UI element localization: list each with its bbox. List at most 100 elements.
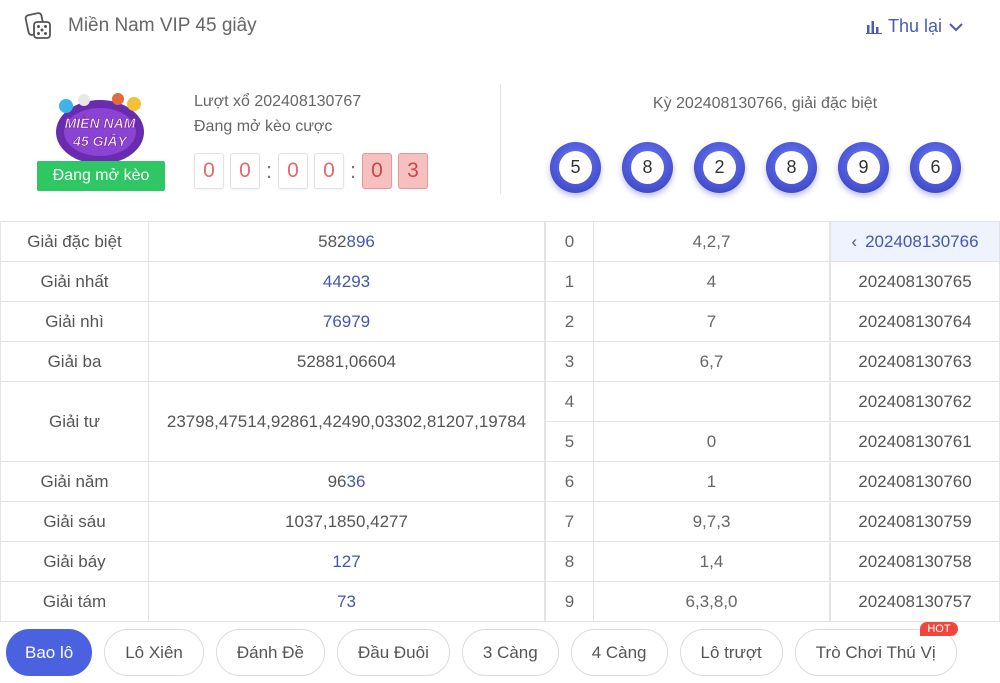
tail-digits: 6,3,8,0 (593, 581, 830, 622)
table-row: 27 (545, 301, 830, 342)
round-number: Lượt xổ 202408130767 (194, 93, 362, 110)
collapse-button[interactable]: Thu lại (865, 16, 964, 37)
table-row: 4 (545, 381, 830, 422)
period-item-selected[interactable]: ‹ 202408130766 (830, 221, 1000, 262)
svg-text:MIỀN NAM: MIỀN NAM (65, 115, 136, 131)
chevron-down-icon (949, 22, 963, 31)
prize-name: Giải nhì (0, 301, 149, 342)
countdown-digit: 0 (314, 153, 344, 189)
dice-icon (24, 12, 51, 39)
tail-digits: 0 (593, 421, 830, 462)
table-row: Giải sáu 1037,1850,4277 (0, 501, 545, 542)
table-row: Giải năm 9636 (0, 461, 545, 502)
period-item[interactable]: 202408130757 (830, 581, 1000, 622)
head-digit: 3 (545, 341, 594, 382)
result-balls: 5 8 2 8 9 6 (550, 142, 961, 193)
head-digit: 5 (545, 421, 594, 462)
result-ball: 6 (910, 142, 961, 193)
betting-status: Đang mở kèo cược (194, 118, 333, 135)
head-digit: 6 (545, 461, 594, 502)
head-digit: 4 (545, 381, 594, 422)
period-item[interactable]: 202408130765 (830, 261, 1000, 302)
table-row: 3 6,7 (545, 341, 830, 382)
result-ball: 5 (550, 142, 601, 193)
list-item: 202408130758 (830, 541, 1000, 582)
tail-digits: 6,7 (593, 341, 830, 382)
prize-value: 52881,06604 (148, 341, 545, 382)
list-item: 202408130761 (830, 421, 1000, 462)
prize-value: 1037,1850,4277 (148, 501, 545, 542)
list-item: 202408130762 (830, 381, 1000, 422)
period-item[interactable]: 202408130764 (830, 301, 1000, 342)
list-item: 202408130764 (830, 301, 1000, 342)
period-item[interactable]: 202408130760 (830, 461, 1000, 502)
tab-lo-truot[interactable]: Lô trượt (679, 629, 783, 676)
countdown-separator: : (266, 158, 273, 183)
countdown-digit: 3 (398, 153, 428, 189)
table-row: Giải nhì 76979 (0, 301, 545, 342)
tail-digits: 1 (593, 461, 830, 502)
result-ball: 2 (694, 142, 745, 193)
prize-value: 76979 (148, 301, 545, 342)
list-item: 202408130765 (830, 261, 1000, 302)
head-digit: 2 (545, 301, 594, 342)
prize-name: Giải năm (0, 461, 149, 502)
countdown-digit: 0 (278, 153, 308, 189)
period-item[interactable]: 202408130759 (830, 501, 1000, 542)
tab-dau-duoi[interactable]: Đầu Đuôi (336, 629, 450, 676)
result-ball: 8 (766, 142, 817, 193)
prize-name: Giải sáu (0, 501, 149, 542)
period-item[interactable]: 202408130758 (830, 541, 1000, 582)
table-row: 8 1,4 (545, 541, 830, 582)
tab-4-cang[interactable]: 4 Càng (570, 629, 668, 676)
page-title: Miền Nam VIP 45 giây (68, 15, 257, 36)
countdown-separator: : (350, 158, 357, 183)
table-row: Giải báy 127 (0, 541, 545, 582)
countdown-digit: 0 (230, 153, 260, 189)
prize-value: 582896 (148, 221, 545, 262)
list-item: 202408130760 (830, 461, 1000, 502)
result-ball: 8 (622, 142, 673, 193)
list-item: 202408130757 (830, 581, 1000, 622)
list-item: 202408130763 (830, 341, 1000, 382)
tab-bao-lo[interactable]: Bao lô (6, 629, 93, 676)
prize-value: 73 (148, 581, 545, 622)
tail-digits: 7 (593, 301, 830, 342)
table-row: Giải nhất 44293 (0, 261, 545, 302)
table-row: Giải tám 73 (0, 581, 545, 622)
table-row: 50 (545, 421, 830, 462)
prize-value: 23798,47514,92861,42490,03302,81207,1978… (148, 381, 545, 462)
head-tail-table: 0 4,2,7 14 27 3 6,7 4 50 61 7 9,7,3 8 1,4 96… (545, 221, 830, 622)
prize-name: Giải ba (0, 341, 149, 382)
tail-digits: 9,7,3 (593, 501, 830, 542)
period-item[interactable]: 202408130762 (830, 381, 1000, 422)
head-digit: 0 (545, 221, 594, 262)
game-logo: MIỀN NAM 45 GIÂY (56, 93, 144, 164)
head-digit: 8 (545, 541, 594, 582)
period-item[interactable]: 202408130763 (830, 341, 1000, 382)
header: Miền Nam VIP 45 giây Thu lại (0, 0, 1000, 56)
tail-digits (593, 381, 830, 422)
tab-tro-choi-thu-vi[interactable]: Trò Chơi Thú Vị HOT (794, 622, 958, 676)
tail-digits: 4 (593, 261, 830, 302)
head-digit: 1 (545, 261, 594, 302)
prize-name: Giải đặc biệt (0, 221, 149, 262)
tab-lo-xien[interactable]: Lô Xiên (104, 629, 204, 676)
period-list: ‹ 202408130766 202408130765 202408130764 … (830, 221, 1000, 622)
prize-name: Giải báy (0, 541, 149, 582)
bar-chart-icon (865, 20, 882, 34)
tab-label: Trò Chơi Thú Vị (815, 642, 936, 662)
result-title: Kỳ 202408130766, giải đặc biệt (652, 95, 878, 112)
table-row: 9 6,3,8,0 (545, 581, 830, 622)
countdown-digit: 0 (194, 153, 224, 189)
collapse-label: Thu lại (887, 16, 942, 36)
tab-3-cang[interactable]: 3 Càng (461, 629, 559, 676)
result-ball: 9 (838, 142, 889, 193)
table-row: 14 (545, 261, 830, 302)
table-row: 7 9,7,3 (545, 501, 830, 542)
list-item: 202408130759 (830, 501, 1000, 542)
hot-badge: HOT (920, 622, 958, 636)
prize-table: Giải đặc biệt 582896 Giải nhất 44293 Giải … (0, 221, 545, 622)
period-item[interactable]: 202408130761 (830, 421, 1000, 462)
tab-danh-de[interactable]: Đánh Đề (215, 629, 325, 676)
